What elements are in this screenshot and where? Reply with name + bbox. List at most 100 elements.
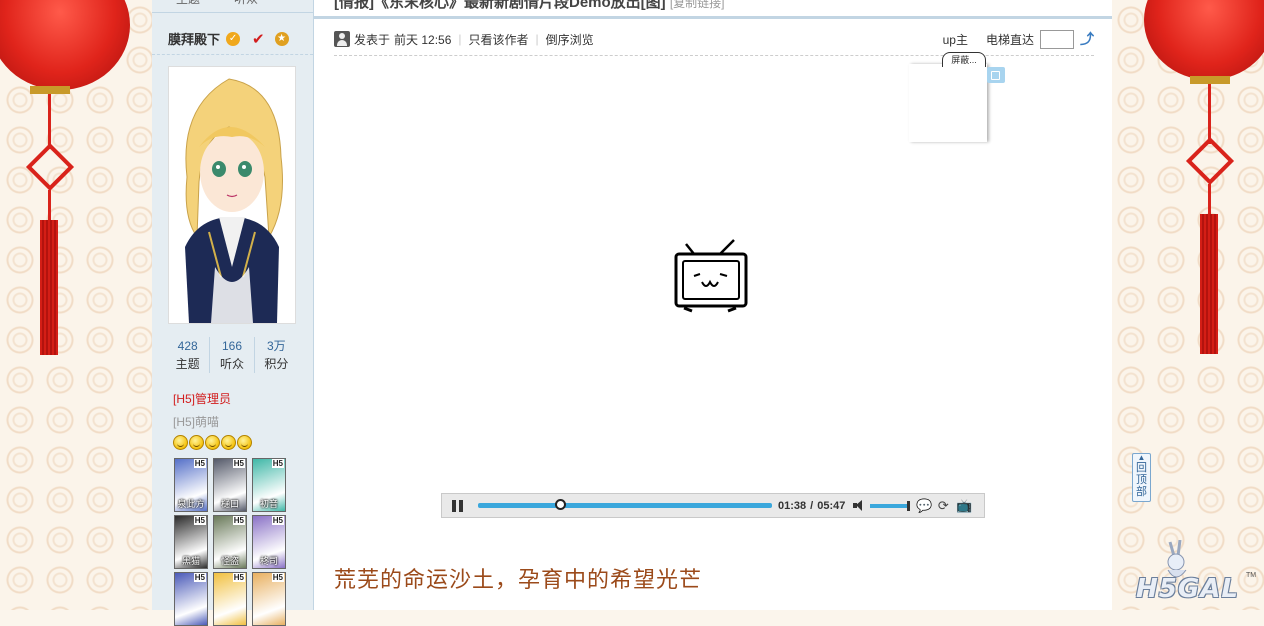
video-camera-icon[interactable]: [987, 67, 1005, 83]
medal-badge[interactable]: H5 樋口: [213, 458, 247, 512]
medal-name: 樋口: [220, 499, 239, 509]
floor-jump-input[interactable]: [1040, 29, 1074, 49]
cut-label-listeners: 听众: [234, 0, 258, 7]
sidebar-top-cut: 主题 听众: [152, 0, 313, 13]
seek-knob[interactable]: [555, 499, 567, 510]
elevator-go-icon[interactable]: ⤴: [1080, 32, 1094, 46]
medal-badge[interactable]: H5 泉此方: [174, 458, 208, 512]
reverse-browse-link[interactable]: 倒序浏览: [546, 31, 594, 48]
medal-tag: H5: [232, 573, 245, 582]
medal-name: 柊司: [259, 556, 278, 566]
danmaku-filter-tab[interactable]: 屏蔽...: [942, 52, 986, 67]
medal-name: 初音: [259, 499, 278, 509]
video-control-bar: 01:38/05:47 💬 ⟳ 📺: [441, 493, 985, 518]
up-arrow-icon: ▲: [1137, 453, 1146, 462]
medal-badge[interactable]: H5: [174, 572, 208, 626]
smiley-icon: [237, 435, 252, 450]
author-username[interactable]: 膜拜殿下: [168, 29, 220, 48]
sidebar-divider: [152, 54, 313, 55]
stat-topics-label: 主题: [175, 357, 200, 371]
medal-badge[interactable]: H5 怪盗: [213, 515, 247, 569]
thread-title[interactable]: [情报]《东末核心》最新新剧情片段Demo放出[图]: [334, 0, 666, 11]
cut-label-topics: 主题: [176, 0, 200, 7]
site-logo[interactable]: H5GAL: [1136, 574, 1239, 604]
time-display: 01:38/05:47: [778, 499, 846, 512]
total-time: 05:47: [817, 499, 846, 512]
medal-badge[interactable]: H5 黑猫: [174, 515, 208, 569]
back-to-top-char: 顶: [1136, 474, 1147, 486]
header-rule: [314, 16, 1112, 19]
trademark: TM: [1246, 572, 1257, 579]
copy-link[interactable]: [复制链接]: [670, 0, 725, 10]
smiley-icon: [173, 435, 188, 450]
red-lantern-left-icon: [0, 0, 140, 370]
stat-listeners[interactable]: 166 听众: [210, 337, 255, 373]
pause-button[interactable]: [452, 499, 464, 512]
stat-points-value: 3万: [266, 339, 286, 353]
stat-topics-value: 428: [177, 339, 198, 353]
stat-topics[interactable]: 428 主题: [166, 337, 211, 373]
only-author-link[interactable]: 只看该作者: [469, 31, 529, 48]
user-group-secondary: [H5]萌喵: [173, 415, 220, 429]
loop-icon[interactable]: ⟳: [936, 498, 950, 513]
seek-bar[interactable]: [478, 499, 772, 510]
verified-badge-icon: ✓: [226, 31, 241, 46]
tv-widescreen-icon[interactable]: 📺: [956, 498, 972, 513]
stat-points[interactable]: 3万 积分: [255, 337, 298, 373]
posted-time: 前天 12:56: [394, 32, 452, 47]
stat-listeners-value: 166: [221, 339, 242, 353]
medal-grid: H5 泉此方 H5 樋口 H5 初音 H5 黑猫 H5 怪盗 H5 柊司 H5 H5 H5: [174, 458, 290, 626]
author-row: 膜拜殿下 ✓ ✔ ★: [168, 29, 289, 48]
author-avatar[interactable]: [168, 66, 296, 324]
posted-prefix: 发表于: [354, 32, 391, 47]
medal-tag: H5: [271, 516, 284, 525]
rank-smilies: [173, 435, 252, 450]
medal-tag: H5: [271, 459, 284, 468]
medal-tag: H5: [232, 516, 245, 525]
avatar-illustration: [169, 67, 295, 323]
medal-name: 泉此方: [177, 499, 205, 509]
elevator-label: 电梯直达: [985, 32, 1034, 47]
medal-badge[interactable]: H5: [252, 572, 286, 626]
separator: |: [458, 32, 462, 46]
post-container: 主题 听众 膜拜殿下 ✓ ✔ ★: [152, 0, 1112, 626]
smiley-icon: [205, 435, 220, 450]
medal-name: 怪盗: [220, 556, 239, 566]
award-ribbon-icon: ★: [274, 31, 289, 46]
smiley-icon: [189, 435, 204, 450]
thread-title-row: [情报]《东末核心》最新新剧情片段Demo放出[图] [复制链接]: [334, 0, 725, 12]
separator: |: [535, 32, 539, 46]
medal-tag: H5: [193, 459, 206, 468]
medal-tag: H5: [193, 516, 206, 525]
author-stats: 428 主题 166 听众 3万 积分: [166, 337, 298, 373]
volume-slider[interactable]: [870, 500, 911, 511]
medal-badge[interactable]: H5 柊司: [252, 515, 286, 569]
author-sidebar: 主题 听众 膜拜殿下 ✓ ✔ ★: [152, 0, 314, 626]
danmaku-toggle-icon[interactable]: 💬: [916, 498, 932, 513]
back-to-top-char: 回: [1136, 462, 1147, 474]
back-to-top-char: 部: [1136, 486, 1147, 498]
smiley-icon: [221, 435, 236, 450]
post-info-right: up主 电梯直达 ⤴: [943, 29, 1094, 49]
medal-name: 黑猫: [181, 556, 200, 566]
bilibili-tv-icon: [672, 238, 752, 317]
user-online-icon: [334, 31, 350, 47]
medal-tag: H5: [193, 573, 206, 582]
post-main: [情报]《东末核心》最新新剧情片段Demo放出[图] [复制链接] 发表于 前天…: [314, 0, 1112, 610]
medal-tag: H5: [271, 573, 284, 582]
back-to-top-button[interactable]: ▲ 回 顶 部: [1132, 453, 1151, 502]
volume-icon[interactable]: [853, 500, 864, 511]
stat-listeners-label: 听众: [219, 357, 244, 371]
medal-badge[interactable]: H5 初音: [252, 458, 286, 512]
danmaku-panel: [909, 64, 987, 142]
post-headline: 荒芜的命运沙土，孕育中的希望光芒: [334, 568, 703, 593]
checkmark-medal-icon: ✔: [252, 30, 265, 48]
post-info-bar: 发表于 前天 12:56 | 只看该作者 | 倒序浏览 up主 电梯直达 ⤴: [334, 29, 1094, 49]
up-owner-link[interactable]: up主: [943, 31, 968, 48]
user-group-admin[interactable]: [H5]管理员: [173, 390, 231, 407]
current-time: 01:38: [778, 499, 807, 512]
medal-badge[interactable]: H5: [213, 572, 247, 626]
medal-tag: H5: [232, 459, 245, 468]
stat-points-label: 积分: [264, 357, 289, 371]
red-lantern-right-icon: [1140, 0, 1264, 370]
